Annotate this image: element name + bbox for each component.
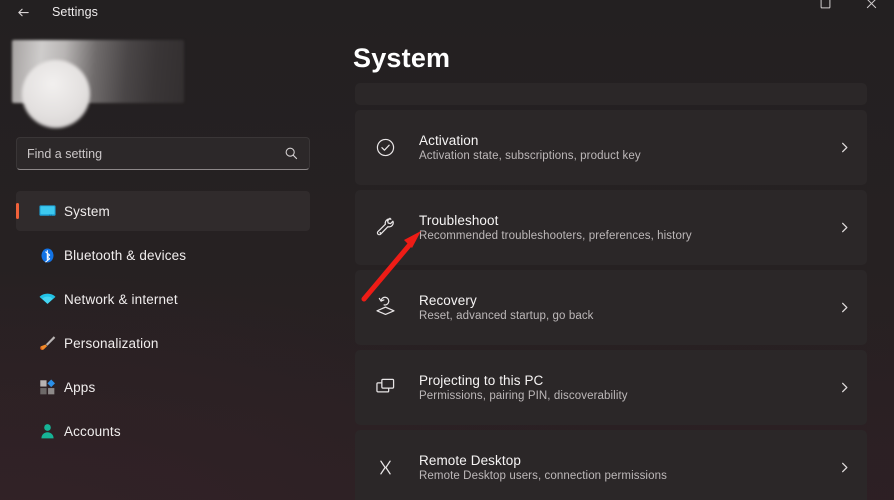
close-button[interactable] [848,0,894,15]
sidebar-item-label: Bluetooth & devices [64,247,187,263]
sidebar-item-system[interactable]: System [16,191,310,231]
settings-card-list: Activation Activation state, subscriptio… [355,83,867,500]
page-title: System [353,43,451,73]
wifi-icon [38,290,64,309]
sidebar-item-label: Apps [64,379,96,395]
apps-icon [38,378,64,397]
card-text: Recovery Reset, advanced startup, go bac… [419,293,829,322]
card-subtitle: Permissions, pairing PIN, discoverabilit… [419,390,628,402]
settings-card-projecting-to-this-pc[interactable]: Projecting to this PC Permissions, pairi… [355,350,867,425]
person-icon [38,422,64,441]
card-text: Remote Desktop Remote Desktop users, con… [419,453,829,482]
remote-desktop-icon [373,455,419,480]
sidebar-item-label: System [64,203,110,219]
chevron-right-icon[interactable] [829,381,851,394]
sidebar-item-personalization[interactable]: Personalization [16,323,310,363]
app-title: Settings [52,5,98,19]
card-title: Remote Desktop [419,453,521,468]
sidebar-item-label: Personalization [64,335,159,351]
wrench-icon [373,215,419,240]
chevron-right-icon[interactable] [829,221,851,234]
chevron-right-icon[interactable] [829,461,851,474]
maximize-button[interactable] [802,0,848,15]
avatar [22,60,90,128]
card-text: Projecting to this PC Permissions, pairi… [419,373,829,402]
search-box[interactable] [16,137,310,170]
sidebar-nav: System Bluetooth & devices Network & int… [16,191,310,455]
sidebar-item-apps[interactable]: Apps [16,367,310,407]
selection-accent-bar [16,203,19,219]
card-subtitle: Reset, advanced startup, go back [419,310,594,322]
card-text: Troubleshoot Recommended troubleshooters… [419,213,829,242]
clipped-card-text [373,96,851,105]
project-screen-icon [373,375,419,400]
sidebar-item-label: Accounts [64,423,121,439]
settings-card-clipped[interactable] [355,83,867,105]
card-text: Activation Activation state, subscriptio… [419,133,829,162]
card-title: Projecting to this PC [419,373,544,388]
sidebar-item-network-internet[interactable]: Network & internet [16,279,310,319]
search-icon [284,146,299,161]
window-controls [802,0,894,24]
chevron-right-icon[interactable] [829,301,851,314]
recovery-icon [373,295,419,320]
card-subtitle: Remote Desktop users, connection permiss… [419,470,667,482]
settings-card-remote-desktop[interactable]: Remote Desktop Remote Desktop users, con… [355,430,867,500]
sidebar-item-accounts[interactable]: Accounts [16,411,310,451]
settings-card-recovery[interactable]: Recovery Reset, advanced startup, go bac… [355,270,867,345]
bluetooth-icon [38,246,64,265]
search-input[interactable] [27,146,284,161]
card-subtitle: Activation state, subscriptions, product… [419,150,641,162]
sidebar-item-bluetooth-devices[interactable]: Bluetooth & devices [16,235,310,275]
card-subtitle: Recommended troubleshooters, preferences… [419,230,692,242]
check-circle-icon [373,135,419,160]
settings-card-troubleshoot[interactable]: Troubleshoot Recommended troubleshooters… [355,190,867,265]
card-title: Activation [419,133,479,148]
card-title: Troubleshoot [419,213,499,228]
chevron-right-icon[interactable] [829,141,851,154]
settings-card-activation[interactable]: Activation Activation state, subscriptio… [355,110,867,185]
main-content: System Activation Activation state, subs… [340,24,894,500]
sidebar-item-label: Network & internet [64,291,178,307]
title-bar: Settings [0,0,894,24]
monitor-icon [38,202,64,221]
sidebar: System Bluetooth & devices [0,24,340,500]
paintbrush-icon [38,334,64,353]
card-title: Recovery [419,293,477,308]
back-arrow-icon[interactable] [0,0,46,24]
